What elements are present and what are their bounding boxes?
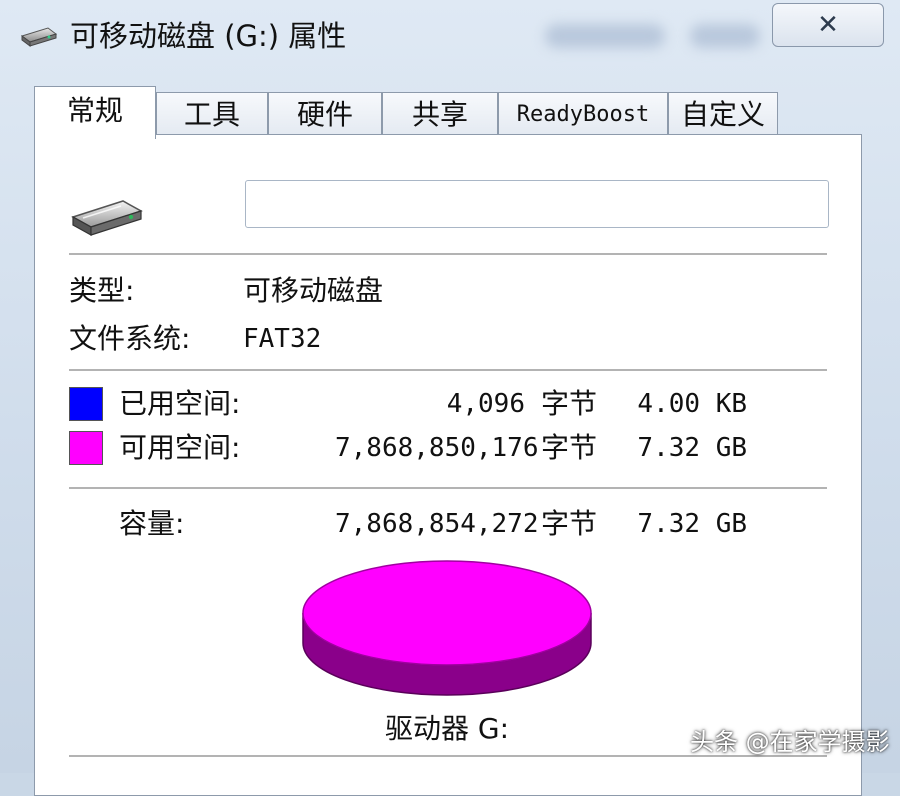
general-tab-panel: 类型: 可移动磁盘 文件系统: FAT32 已用空间: 4,096 字节 4.0… bbox=[34, 134, 862, 796]
type-value: 可移动磁盘 bbox=[243, 274, 384, 307]
free-space-unit: 字节 bbox=[541, 431, 598, 464]
divider bbox=[69, 253, 827, 255]
tab-tools[interactable]: 工具 bbox=[156, 92, 268, 137]
volume-name-field[interactable] bbox=[245, 180, 829, 228]
used-space-swatch bbox=[69, 387, 103, 421]
tab-sharing[interactable]: 共享 bbox=[382, 92, 498, 137]
window-title: 可移动磁盘 (G:) 属性 bbox=[70, 19, 347, 53]
tab-customize[interactable]: 自定义 bbox=[668, 92, 778, 137]
tab-readyboost[interactable]: ReadyBoost bbox=[498, 92, 668, 137]
free-space-bytes: 7,868,850,176 bbox=[335, 433, 539, 463]
free-space-swatch bbox=[69, 431, 103, 465]
capacity-unit: 字节 bbox=[541, 507, 598, 540]
capacity-size: 7.32 GB bbox=[637, 509, 747, 539]
tab-general[interactable]: 常规 bbox=[34, 86, 156, 139]
title-bar[interactable]: 可移动磁盘 (G:) 属性 ✕ bbox=[0, 0, 900, 72]
tab-hardware[interactable]: 硬件 bbox=[268, 92, 382, 137]
capacity-bytes: 7,868,854,272 bbox=[335, 509, 539, 539]
watermark-text: 头条 @在家学摄影 bbox=[690, 728, 890, 756]
divider bbox=[69, 369, 827, 371]
used-space-unit: 字节 bbox=[541, 387, 598, 420]
filesystem-value: FAT32 bbox=[243, 324, 322, 354]
capacity-label: 容量: bbox=[119, 507, 185, 540]
removable-drive-icon bbox=[20, 27, 58, 47]
free-space-label: 可用空间: bbox=[119, 431, 241, 464]
free-space-size: 7.32 GB bbox=[637, 433, 747, 463]
disk-usage-pie-chart bbox=[302, 560, 592, 696]
pie-free-slice bbox=[302, 560, 592, 666]
used-space-label: 已用空间: bbox=[119, 387, 241, 420]
used-space-bytes: 4,096 bbox=[446, 389, 525, 419]
close-button[interactable]: ✕ bbox=[772, 3, 884, 47]
divider bbox=[69, 487, 827, 489]
filesystem-label: 文件系统: bbox=[69, 322, 191, 355]
drive-label: 驱动器 G: bbox=[385, 712, 510, 745]
type-label: 类型: bbox=[69, 274, 135, 307]
used-space-size: 4.00 KB bbox=[637, 389, 747, 419]
removable-drive-icon bbox=[71, 200, 143, 237]
close-icon: ✕ bbox=[817, 10, 839, 40]
